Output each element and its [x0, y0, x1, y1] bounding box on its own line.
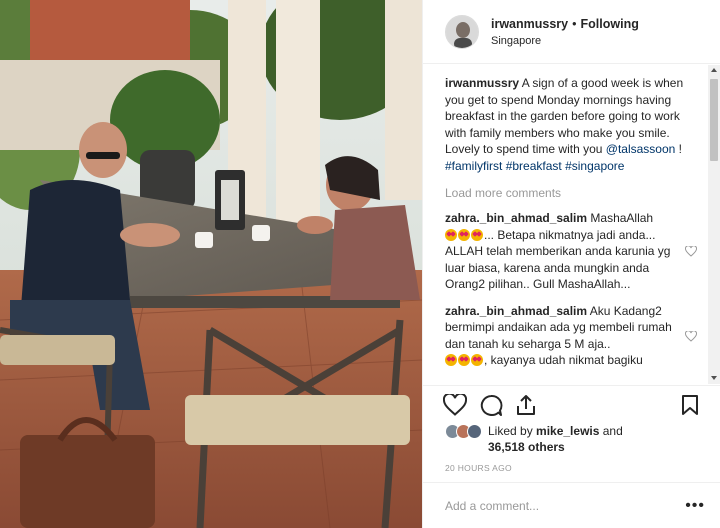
comment-text: MashaAllah: [587, 211, 654, 225]
comment-like-heart-icon[interactable]: [685, 330, 697, 342]
comment-like-heart-icon[interactable]: [685, 246, 697, 257]
comment-username[interactable]: zahra._bin_ahmad_salim: [445, 211, 587, 225]
comment-text-continued: , kayanya udah nikmat bagiku: [484, 353, 643, 367]
author-avatar[interactable]: [445, 14, 479, 49]
heart-eyes-emoji-icon: [458, 354, 470, 366]
heart-icon[interactable]: [443, 394, 467, 416]
author-username[interactable]: irwanmussry: [491, 17, 568, 31]
header-text: irwanmussry • Following Singapore: [491, 17, 639, 47]
hashtag-familyfirst[interactable]: #familyfirst: [445, 159, 502, 173]
post-caption: irwanmussry A sign of a good week is whe…: [445, 75, 699, 174]
comment-icon[interactable]: [479, 394, 503, 417]
post-header: irwanmussry • Following Singapore: [423, 0, 720, 64]
liker-avatars[interactable]: [445, 424, 482, 439]
comment-username[interactable]: zahra._bin_ahmad_salim: [445, 304, 587, 318]
add-comment-input[interactable]: [445, 498, 686, 513]
post-photo[interactable]: [0, 0, 422, 528]
caption-mention[interactable]: @talsassoon: [606, 142, 676, 156]
caption-text-2: !: [675, 142, 682, 156]
comments-list[interactable]: irwanmussry A sign of a good week is whe…: [423, 65, 715, 384]
hashtag-singapore[interactable]: #singapore: [565, 159, 624, 173]
header-separator: •: [572, 16, 577, 31]
comments-scrollbar[interactable]: [708, 65, 720, 384]
post-action-bar: [423, 385, 720, 427]
heart-eyes-emoji-icon: [445, 228, 457, 241]
likes-middle: and: [599, 424, 623, 438]
scroll-down-arrow-icon[interactable]: [711, 376, 717, 380]
instagram-post: irwanmussry • Following Singapore irwanm…: [0, 0, 720, 528]
post-location[interactable]: Singapore: [491, 35, 639, 47]
heart-eyes-emoji-icon: [458, 228, 470, 241]
post-timestamp[interactable]: 20 HOURS AGO: [445, 463, 512, 473]
likes-summary: Liked by mike_lewis and 36,518 others: [445, 423, 704, 455]
bookmark-icon[interactable]: [681, 394, 699, 416]
caption-username[interactable]: irwanmussry: [445, 76, 519, 90]
comment-item: zahra._bin_ahmad_salim MashaAllah ... Be…: [445, 210, 699, 293]
avatar-portrait-icon: [446, 15, 478, 48]
scroll-up-arrow-icon[interactable]: [711, 68, 717, 72]
scrollbar-thumb[interactable]: [710, 79, 718, 161]
heart-eyes-emoji-icon: [445, 354, 457, 366]
more-options-icon[interactable]: •••: [685, 497, 705, 513]
likes-text: Liked by mike_lewis and 36,518 others: [488, 423, 623, 455]
liker-avatar: [467, 424, 482, 439]
follow-status-button[interactable]: Following: [581, 17, 639, 31]
hashtag-breakfast[interactable]: #breakfast: [506, 159, 562, 173]
load-more-comments-button[interactable]: Load more comments: [445, 186, 699, 200]
comment-item: zahra._bin_ahmad_salim Aku Kadang2 bermi…: [445, 303, 699, 369]
likes-count-button[interactable]: 36,518 others: [488, 440, 565, 454]
add-comment-bar: •••: [423, 482, 720, 528]
photo-illustration: [0, 0, 422, 528]
likes-prefix: Liked by: [488, 424, 537, 438]
heart-eyes-emoji-icon: [471, 354, 483, 366]
heart-eyes-emoji-icon: [471, 228, 483, 241]
liker-username[interactable]: mike_lewis: [536, 424, 599, 438]
post-side-panel: irwanmussry • Following Singapore irwanm…: [422, 0, 720, 528]
share-icon[interactable]: [515, 394, 537, 416]
